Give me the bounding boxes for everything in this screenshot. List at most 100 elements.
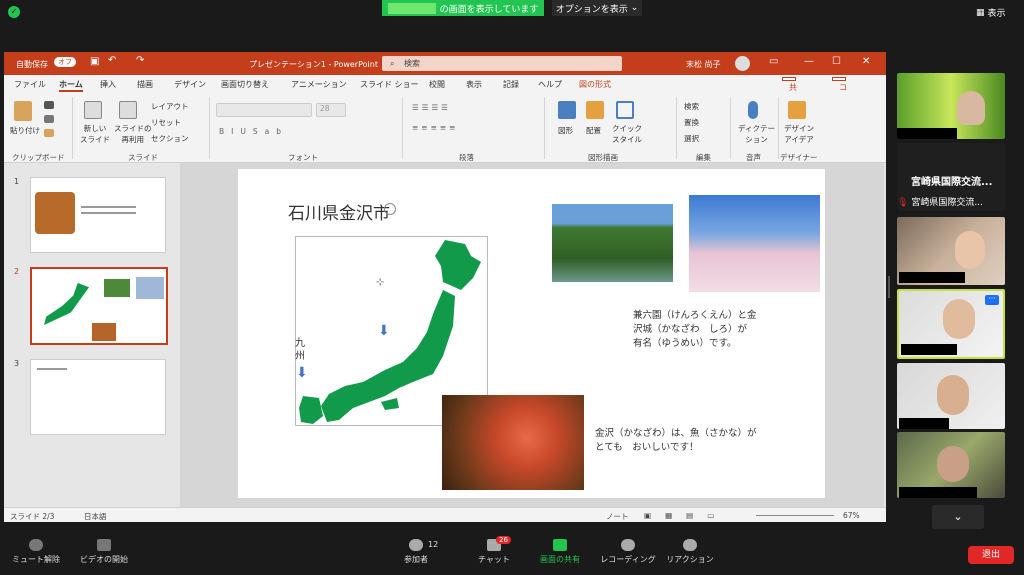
microphone-icon[interactable] — [748, 101, 758, 119]
ribbon: 貼り付け 新しい スライド スライドの 再利用 レイアウト リセット セクション… — [4, 93, 886, 163]
language-label[interactable]: 日本語 — [84, 511, 107, 522]
kyushu-label[interactable]: 九 州 — [295, 337, 305, 363]
tab-slideshow[interactable]: スライド ショー — [360, 79, 419, 90]
tab-file[interactable]: ファイル — [14, 79, 46, 90]
tab-animations[interactable]: アニメーション — [291, 79, 347, 90]
tab-view[interactable]: 表示 — [466, 79, 482, 90]
thumbnail-slide-2[interactable] — [30, 267, 168, 345]
panel-resize-handle[interactable] — [888, 276, 890, 298]
participant-name-redacted — [899, 487, 977, 498]
tab-review[interactable]: 校閲 — [429, 79, 445, 90]
chevron-down-icon: ⌄ — [630, 3, 639, 13]
tab-home[interactable]: ホーム — [59, 79, 83, 92]
layout-button[interactable]: レイアウト — [151, 101, 189, 112]
section-button[interactable]: セクション — [151, 133, 189, 144]
view-options-button[interactable]: オプションを表示 ⌄ — [552, 0, 642, 16]
participant-video-3[interactable] — [897, 217, 1005, 285]
designer-button[interactable]: デザイン アイデア — [784, 123, 814, 145]
zoom-level[interactable]: 67% — [843, 511, 860, 520]
share-button[interactable]: 共有 — [782, 77, 797, 103]
autosave-label: 自動保存 — [16, 60, 48, 69]
participant-tile-2[interactable]: 宮崎県国際交流... 🎙 宮崎県国際交流... — [897, 143, 1005, 211]
reactions-label: リアクション — [666, 555, 714, 564]
participant-video-active[interactable]: ··· — [897, 289, 1005, 359]
kenrokuen-image[interactable] — [552, 204, 673, 282]
copy-icon[interactable] — [44, 115, 54, 123]
thumbnail-slide-1[interactable] — [30, 177, 166, 253]
maximize-icon[interactable]: ☐ — [832, 56, 841, 67]
format-painter-icon[interactable] — [44, 129, 54, 137]
kanazawa-castle-image[interactable] — [689, 195, 820, 292]
find-button[interactable]: 検索 — [684, 101, 699, 112]
autosave-toggle[interactable]: オフ — [54, 57, 76, 67]
arrange-button[interactable]: 配置 — [586, 125, 601, 136]
share-screen-button[interactable]: 画面の共有 — [530, 539, 590, 565]
leave-button[interactable]: 退出 — [968, 546, 1014, 564]
slide-canvas[interactable]: 石川県金沢市 ⬇ ⬇ 九 州 ⊹ 兼六園（けんろくえん）と金 沢城（かなざわ し… — [238, 169, 825, 498]
start-video-button[interactable]: ビデオの開始 — [74, 539, 134, 565]
scroll-down-button[interactable]: ⌄ — [932, 505, 984, 529]
ribbon-display-icon[interactable]: ▭ — [769, 56, 778, 67]
thumbnail-slide-3[interactable] — [30, 359, 166, 435]
save-icon[interactable]: ▣ — [90, 56, 99, 67]
participant-video-1[interactable] — [897, 73, 1005, 139]
font-name-select[interactable] — [216, 103, 312, 117]
chat-button[interactable]: チャット — [464, 539, 524, 565]
shapes-button[interactable]: 図形 — [558, 125, 573, 136]
undo-icon[interactable]: ↶ — [108, 55, 116, 66]
reset-button[interactable]: リセット — [151, 117, 181, 128]
participant-video-5[interactable] — [897, 363, 1005, 429]
tab-transitions[interactable]: 画面切り替え — [221, 79, 269, 90]
notes-button[interactable]: ノート — [606, 511, 629, 522]
tab-draw[interactable]: 描画 — [137, 79, 153, 90]
reactions-button[interactable]: リアクション — [660, 539, 720, 565]
record-button[interactable]: レコーディング — [598, 539, 658, 565]
tab-help[interactable]: ヘルプ — [538, 79, 562, 90]
text-kenrokuen[interactable]: 兼六園（けんろくえん）と金 沢城（かなざわ しろ）が 有名（ゆうめい）です。 — [633, 309, 757, 351]
arrow-down-icon[interactable]: ⬇ — [296, 365, 308, 381]
new-slide-button[interactable]: 新しい スライド — [80, 123, 110, 145]
quick-style-button[interactable]: クイック スタイル — [612, 123, 642, 145]
cut-icon[interactable] — [44, 101, 54, 109]
tab-picture-format[interactable]: 図の形式 — [579, 79, 611, 90]
font-size-select[interactable]: 28 — [316, 103, 346, 117]
arrow-down-icon[interactable]: ⬇ — [378, 323, 390, 339]
align-buttons[interactable]: ≡≡≡≡≡ — [412, 123, 458, 132]
tab-insert[interactable]: 挿入 — [100, 79, 116, 90]
kaisendon-image[interactable] — [442, 395, 584, 490]
search-input[interactable]: ⌕ 検索 — [382, 56, 622, 71]
list-buttons[interactable]: ☰☰☰☰ — [412, 103, 451, 112]
more-options-icon[interactable]: ··· — [985, 295, 999, 305]
slide-title[interactable]: 石川県金沢市 — [288, 199, 390, 224]
close-icon[interactable]: ✕ — [862, 56, 870, 67]
view-button[interactable]: ▦ 表示 — [976, 6, 1006, 20]
comment-button[interactable]: コメント — [832, 77, 847, 125]
new-slide-icon[interactable] — [84, 101, 102, 119]
text-fish[interactable]: 金沢（かなざわ）は、魚（さかな）が とても おいしいです！ — [595, 427, 757, 455]
shapes-icon[interactable] — [558, 101, 576, 119]
select-button[interactable]: 選択 — [684, 133, 699, 144]
avatar[interactable] — [735, 56, 750, 71]
shield-icon[interactable]: ✓ — [8, 6, 20, 18]
font-format-buttons[interactable]: BIUSab — [219, 127, 288, 136]
paste-icon[interactable] — [14, 101, 32, 121]
unmute-button[interactable]: ミュート解除 — [6, 539, 66, 565]
designer-icon[interactable] — [788, 101, 806, 119]
rotate-handle-icon[interactable] — [384, 203, 396, 215]
tab-design[interactable]: デザイン — [174, 79, 206, 90]
zoom-slider[interactable] — [756, 515, 834, 516]
paste-label[interactable]: 貼り付け — [10, 125, 40, 136]
reuse-slides-button[interactable]: スライドの 再利用 — [114, 123, 152, 145]
minimize-icon[interactable]: — — [804, 56, 814, 67]
tab-record[interactable]: 記録 — [503, 79, 519, 90]
quick-style-icon[interactable] — [616, 101, 634, 119]
thumb-number: 1 — [14, 177, 20, 186]
reuse-slides-icon[interactable] — [119, 101, 137, 119]
participant-video-6[interactable] — [897, 432, 1005, 498]
share-banner: の画面を表示しています — [382, 0, 544, 16]
arrange-icon[interactable] — [586, 101, 604, 119]
view-mode-buttons[interactable]: ▣▦▤▭ — [644, 511, 728, 520]
replace-button[interactable]: 置換 — [684, 117, 699, 128]
dictate-button[interactable]: ディクテー ション — [738, 123, 775, 145]
redo-icon[interactable]: ↷ — [136, 55, 144, 66]
